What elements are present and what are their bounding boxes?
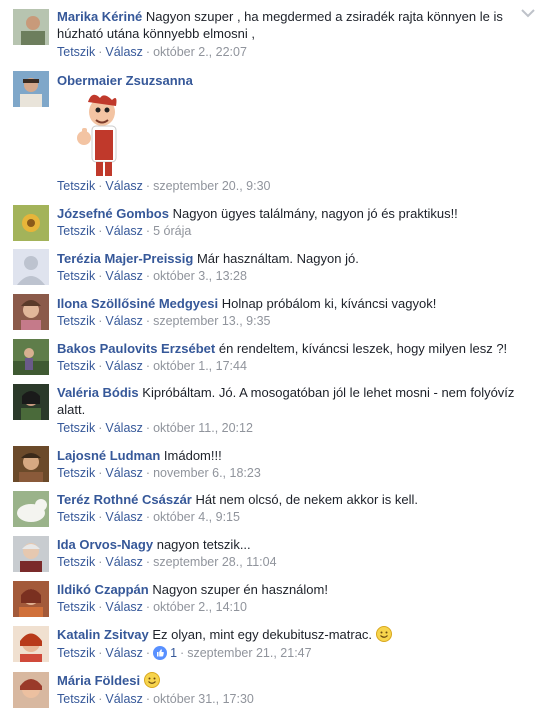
comment-timestamp[interactable]: szeptember 20., 9:30 (153, 179, 270, 193)
avatar[interactable] (13, 626, 49, 662)
like-link[interactable]: Tetszik (57, 555, 95, 569)
comment-actions: Tetszik · Válasz · szeptember 13., 9:35 (57, 314, 271, 328)
reply-link[interactable]: Válasz (105, 359, 143, 373)
comment-author[interactable]: Teréz Rothné Császár (57, 492, 192, 507)
smiley-emoji-icon (375, 626, 392, 642)
comment-author[interactable]: Lajosné Ludman (57, 448, 160, 463)
comment-timestamp[interactable]: szeptember 28., 11:04 (153, 555, 276, 569)
comment-author[interactable]: Ida Orvos-Nagy (57, 537, 153, 552)
comment-timestamp[interactable]: október 3., 13:28 (153, 269, 247, 283)
comment-timestamp[interactable]: szeptember 21., 21:47 (187, 646, 311, 660)
comment-text: Nagyon szuper én használom! (152, 582, 328, 597)
avatar[interactable] (13, 71, 49, 107)
smiley-emoji-icon (143, 672, 160, 688)
like-link[interactable]: Tetszik (57, 45, 95, 59)
comment-timestamp[interactable]: október 1., 17:44 (153, 359, 247, 373)
comment-author[interactable]: Marika Kériné (57, 9, 142, 24)
reply-link[interactable]: Válasz (105, 224, 143, 238)
comment-text: Holnap próbálom ki, kíváncsi vagyok! (221, 296, 437, 311)
reply-link[interactable]: Válasz (105, 314, 143, 328)
avatar[interactable] (13, 491, 49, 527)
comment-author[interactable]: Katalin Zsitvay (57, 627, 149, 642)
reply-link[interactable]: Válasz (105, 421, 143, 435)
thumbs-up-icon[interactable] (153, 646, 168, 660)
comment-actions: Tetszik · Válasz · szeptember 20., 9:30 (57, 179, 271, 193)
comment-timestamp[interactable]: november 6., 18:23 (153, 466, 261, 480)
comment-actions: Tetszik · Válasz · szeptember 28., 11:04 (57, 555, 277, 569)
avatar[interactable] (13, 294, 49, 330)
comment-timestamp[interactable]: 5 órája (153, 224, 191, 238)
comment-text: én rendeltem, kíváncsi leszek, hogy mily… (218, 341, 508, 356)
avatar[interactable] (13, 9, 49, 45)
comment-actions: Tetszik · Válasz · 5 órája (57, 224, 192, 238)
chevron-down-icon[interactable] (521, 8, 535, 18)
reply-link[interactable]: Válasz (105, 555, 143, 569)
avatar[interactable] (13, 672, 49, 708)
avatar[interactable] (13, 536, 49, 572)
like-link[interactable]: Tetszik (57, 359, 95, 373)
comment-timestamp[interactable]: október 2., 22:07 (153, 45, 247, 59)
comment-author[interactable]: Valéria Bódis (57, 385, 139, 400)
reply-link[interactable]: Válasz (105, 45, 143, 59)
comment-timestamp[interactable]: október 2., 14:10 (153, 600, 247, 614)
reply-link[interactable]: Válasz (105, 600, 143, 614)
reply-link[interactable]: Válasz (105, 179, 143, 193)
comment-text: nagyon tetszik... (156, 537, 251, 552)
comment-author[interactable]: Obermaier Zsuzsanna (57, 73, 193, 88)
comment-actions: Tetszik · Válasz · november 6., 18:23 (57, 466, 261, 480)
comment-author[interactable]: Ilona Szöllősiné Medgyesi (57, 296, 218, 311)
comment-actions: Tetszik · Válasz · október 1., 17:44 (57, 359, 247, 373)
like-link[interactable]: Tetszik (57, 314, 95, 328)
like-link[interactable]: Tetszik (57, 179, 95, 193)
like-link[interactable]: Tetszik (57, 600, 95, 614)
avatar[interactable] (13, 384, 49, 420)
comment-author[interactable]: Terézia Majer-Preissig (57, 251, 193, 266)
avatar[interactable] (13, 446, 49, 482)
reply-link[interactable]: Válasz (105, 269, 143, 283)
comment-text: Hát nem olcsó, de nekem akkor is kell. (195, 492, 419, 507)
comment-actions: Tetszik · Válasz · október 4., 9:15 (57, 510, 240, 524)
comment-actions: Tetszik · Válasz · október 2., 14:10 (57, 600, 247, 614)
like-link[interactable]: Tetszik (57, 646, 95, 660)
comment-author[interactable]: Ildikó Czappán (57, 582, 149, 597)
avatar[interactable] (13, 339, 49, 375)
like-link[interactable]: Tetszik (57, 269, 95, 283)
like-link[interactable]: Tetszik (57, 421, 95, 435)
avatar[interactable] (13, 249, 49, 285)
comment-actions: Tetszik · Válasz · 1 · szeptember 21., 21:47 (57, 646, 312, 660)
reply-link[interactable]: Válasz (105, 466, 143, 480)
avatar[interactable] (13, 581, 49, 617)
comment-timestamp[interactable]: szeptember 13., 9:35 (153, 314, 270, 328)
comment-author[interactable]: Mária Földesi (57, 673, 140, 688)
comment-actions: Tetszik · Válasz · október 11., 20:12 (57, 421, 253, 435)
like-link[interactable]: Tetszik (57, 466, 95, 480)
comment-author[interactable]: Józsefné Gombos (57, 206, 169, 221)
avatar[interactable] (13, 205, 49, 241)
like-link[interactable]: Tetszik (57, 224, 95, 238)
comment-actions: Tetszik · Válasz · október 2., 22:07 (57, 45, 247, 59)
comment-actions: Tetszik · Válasz · október 3., 13:28 (57, 269, 247, 283)
comment-timestamp[interactable]: október 11., 20:12 (153, 421, 253, 435)
comment-timestamp[interactable]: október 4., 9:15 (153, 510, 240, 524)
reply-link[interactable]: Válasz (105, 646, 143, 660)
comment-text: Imádom!!! (163, 448, 222, 463)
like-count[interactable]: 1 (167, 646, 177, 660)
comment-text: Már használtam. Nagyon jó. (196, 251, 359, 266)
comment-author[interactable]: Bakos Paulovits Erzsébet (57, 341, 215, 356)
comment-text: Ez olyan, mint egy dekubitusz-matrac. (152, 627, 373, 642)
reply-link[interactable]: Válasz (105, 510, 143, 524)
sticker-image (77, 94, 117, 176)
comment-text: Nagyon ügyes találmány, nagyon jó és pra… (172, 206, 458, 221)
like-link[interactable]: Tetszik (57, 510, 95, 524)
